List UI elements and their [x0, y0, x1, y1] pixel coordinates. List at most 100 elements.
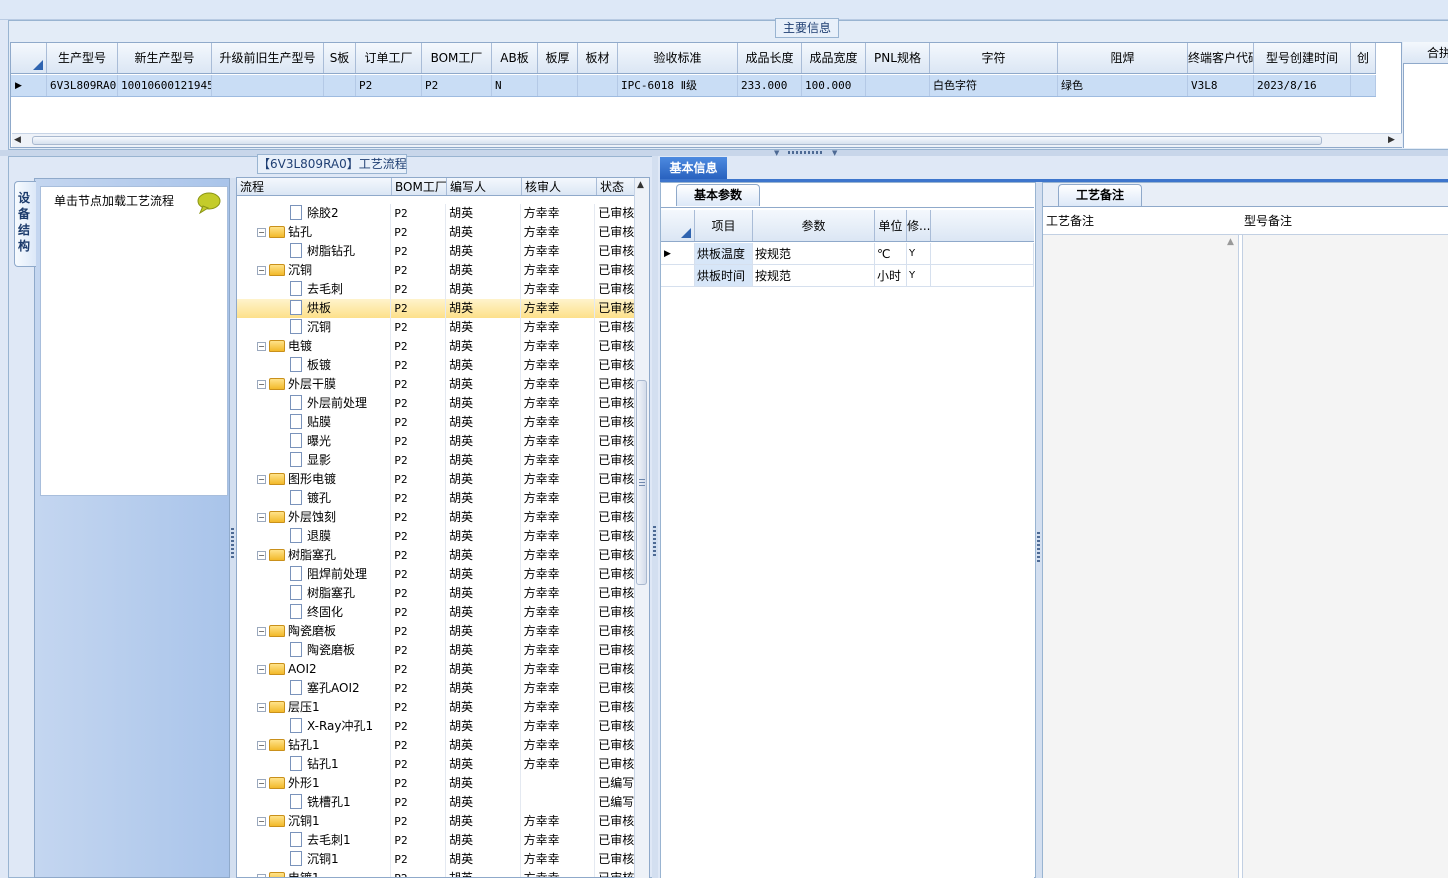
main-col-header[interactable]: 新生产型号 [118, 43, 212, 73]
main-col-header[interactable]: 生产型号 [47, 43, 118, 73]
process-tree-row[interactable]: − AOI2 P2 胡英 方幸幸 已审核 [237, 660, 635, 679]
process-tree-row[interactable]: 沉铜1 P2 胡英 方幸幸 已审核 [237, 850, 635, 869]
process-node[interactable]: − 沉铜1 [237, 812, 392, 831]
main-col-header[interactable]: 升级前旧生产型号 [212, 43, 324, 73]
process-node[interactable]: 贴膜 [237, 413, 392, 432]
main-cell[interactable]: P2 [422, 75, 492, 96]
main-col-header[interactable]: 字符 [930, 43, 1058, 73]
main-col-header[interactable]: AB板 [492, 43, 538, 73]
process-col-header[interactable]: 核审人 [522, 178, 597, 195]
process-tree-row[interactable]: − 电镀 P2 胡英 方幸幸 已审核 [237, 337, 635, 356]
process-node[interactable]: − 沉铜 [237, 261, 392, 280]
collapse-toggle-icon[interactable]: − [257, 228, 266, 237]
scroll-left-arrow-icon[interactable]: ◀ [14, 135, 21, 145]
collapse-toggle-icon[interactable]: − [257, 266, 266, 275]
process-node[interactable]: 塞孔AOI2 [237, 679, 392, 698]
param-item-cell[interactable]: 烘板温度 [695, 243, 753, 264]
process-tree-row[interactable]: 终固化 P2 胡英 方幸幸 已审核 [237, 603, 635, 622]
process-tree-row[interactable]: 曝光 P2 胡英 方幸幸 已审核 [237, 432, 635, 451]
main-horizontal-scrollbar[interactable]: ◀ ▶ [12, 133, 1402, 147]
process-tree-row[interactable]: 钻孔1 P2 胡英 方幸幸 已审核 [237, 755, 635, 774]
collapse-toggle-icon[interactable]: − [257, 627, 266, 636]
process-node[interactable]: − 树脂塞孔 [237, 546, 392, 565]
main-cell[interactable]: 2023/8/16 [1254, 75, 1351, 96]
param-col-header[interactable]: 修... [907, 210, 931, 241]
process-node[interactable]: 树脂塞孔 [237, 584, 392, 603]
process-tree-row[interactable]: 树脂塞孔 P2 胡英 方幸幸 已审核 [237, 584, 635, 603]
collapse-toggle-icon[interactable]: − [257, 779, 266, 788]
process-node[interactable]: 树脂钻孔 [237, 242, 392, 261]
param-col-header[interactable]: 单位 [875, 210, 907, 241]
main-cell[interactable] [1351, 75, 1376, 96]
model-notes-textarea[interactable] [1242, 235, 1448, 878]
collapse-toggle-icon[interactable]: − [257, 380, 266, 389]
process-node[interactable]: 曝光 [237, 432, 392, 451]
param-unit-cell[interactable]: 小时 [875, 265, 907, 286]
process-col-header[interactable]: 流程 [237, 178, 392, 195]
main-col-header[interactable]: 成品宽度 [802, 43, 866, 73]
scroll-thumb[interactable] [32, 136, 1322, 145]
main-col-header[interactable]: 创 [1351, 43, 1376, 73]
process-tree-row[interactable]: − 电镀1 P2胡英方幸幸已审核 [237, 869, 635, 877]
param-col-header[interactable]: 参数 [753, 210, 875, 241]
main-col-header[interactable]: 终端客户代码 [1188, 43, 1254, 73]
main-cell[interactable] [324, 75, 356, 96]
process-tree-row[interactable]: 板镀 P2 胡英 方幸幸 已审核 [237, 356, 635, 375]
main-cell[interactable]: N [492, 75, 538, 96]
process-tree-row[interactable]: − 钻孔1 P2 胡英 方幸幸 已审核 [237, 736, 635, 755]
process-node[interactable]: 显影 [237, 451, 392, 470]
process-tree-row[interactable]: − 沉铜 P2 胡英 方幸幸 已审核 [237, 261, 635, 280]
process-tree-row[interactable]: − 钻孔 P2 胡英 方幸幸 已审核 [237, 223, 635, 242]
main-cell[interactable]: P2 [356, 75, 422, 96]
process-tree-row[interactable]: 显影 P2 胡英 方幸幸 已审核 [237, 451, 635, 470]
process-node[interactable]: − 外层干膜 [237, 375, 392, 394]
grid-corner-icon[interactable] [661, 210, 695, 241]
tab-basic-params[interactable]: 基本参数 [676, 184, 760, 206]
process-tree-row[interactable]: 树脂钻孔 P2 胡英 方幸幸 已审核 [237, 242, 635, 261]
process-node[interactable]: 阻焊前处理 [237, 565, 392, 584]
process-tree-row[interactable]: 外层前处理 P2 胡英 方幸幸 已审核 [237, 394, 635, 413]
process-node[interactable]: − AOI2 [237, 660, 392, 679]
main-col-header[interactable]: S板 [324, 43, 356, 73]
main-cell[interactable]: 6V3L809RA0 [47, 75, 118, 96]
process-tree-row[interactable]: 退膜 P2 胡英 方幸幸 已审核 [237, 527, 635, 546]
param-col-header[interactable]: 项目 [695, 210, 753, 241]
process-tree-row[interactable]: − 陶瓷磨板 P2 胡英 方幸幸 已审核 [237, 622, 635, 641]
main-cell[interactable]: 233.000 [738, 75, 802, 96]
process-tree-row[interactable]: 镀孔 P2 胡英 方幸幸 已审核 [237, 489, 635, 508]
process-tree-row[interactable]: − 外形1 P2 胡英 已编写 [237, 774, 635, 793]
collapse-toggle-icon[interactable]: − [257, 817, 266, 826]
chat-bubble-icon[interactable] [196, 192, 222, 215]
param-mod-cell[interactable]: Y [907, 243, 931, 264]
process-col-header[interactable]: 编写人 [447, 178, 522, 195]
process-tree-row[interactable]: 沉铜 P2 胡英 方幸幸 已审核 [237, 318, 635, 337]
process-tree-row[interactable]: − 图形电镀 P2 胡英 方幸幸 已审核 [237, 470, 635, 489]
process-node[interactable]: − 电镀 [237, 337, 392, 356]
process-node[interactable]: 钻孔1 [237, 755, 392, 774]
process-node[interactable]: − 层压1 [237, 698, 392, 717]
process-notes-textarea[interactable]: ▲ [1043, 235, 1239, 878]
process-node[interactable]: 沉铜1 [237, 850, 392, 869]
process-tree-row[interactable]: 去毛刺 P2 胡英 方幸幸 已审核 [237, 280, 635, 299]
param-param-cell[interactable]: 按规范 [753, 243, 875, 264]
main-cell[interactable]: 绿色 [1058, 75, 1188, 96]
main-grid-row[interactable]: ▶ 6V3L809RA0 10010600121945 P2 P2 N IPC-6018 Ⅱ… [11, 75, 1376, 97]
collapse-toggle-icon[interactable]: − [257, 513, 266, 522]
process-node[interactable]: 除胶2 [237, 204, 392, 223]
process-node[interactable]: 终固化 [237, 603, 392, 622]
process-col-header[interactable]: BOM工厂 [392, 178, 447, 195]
tab-equipment-structure[interactable]: 设备结构 [14, 181, 36, 267]
main-col-header[interactable]: 阻焊 [1058, 43, 1188, 73]
process-tree-row[interactable]: 贴膜 P2 胡英 方幸幸 已审核 [237, 413, 635, 432]
main-cell[interactable]: 10010600121945 [118, 75, 212, 96]
main-col-header[interactable]: BOM工厂 [422, 43, 492, 73]
tab-process-notes[interactable]: 工艺备注 [1058, 184, 1142, 206]
main-cell[interactable] [866, 75, 930, 96]
main-col-header[interactable]: 成品长度 [738, 43, 802, 73]
scroll-right-arrow-icon[interactable]: ▶ [1388, 135, 1395, 145]
main-cell[interactable] [538, 75, 578, 96]
process-node[interactable]: − 图形电镀 [237, 470, 392, 489]
process-tree-row[interactable]: 除胶2 P2 胡英 方幸幸 已审核 [237, 204, 635, 223]
process-tree-row[interactable]: 去毛刺1 P2 胡英 方幸幸 已审核 [237, 831, 635, 850]
main-cell[interactable]: 白色字符 [930, 75, 1058, 96]
